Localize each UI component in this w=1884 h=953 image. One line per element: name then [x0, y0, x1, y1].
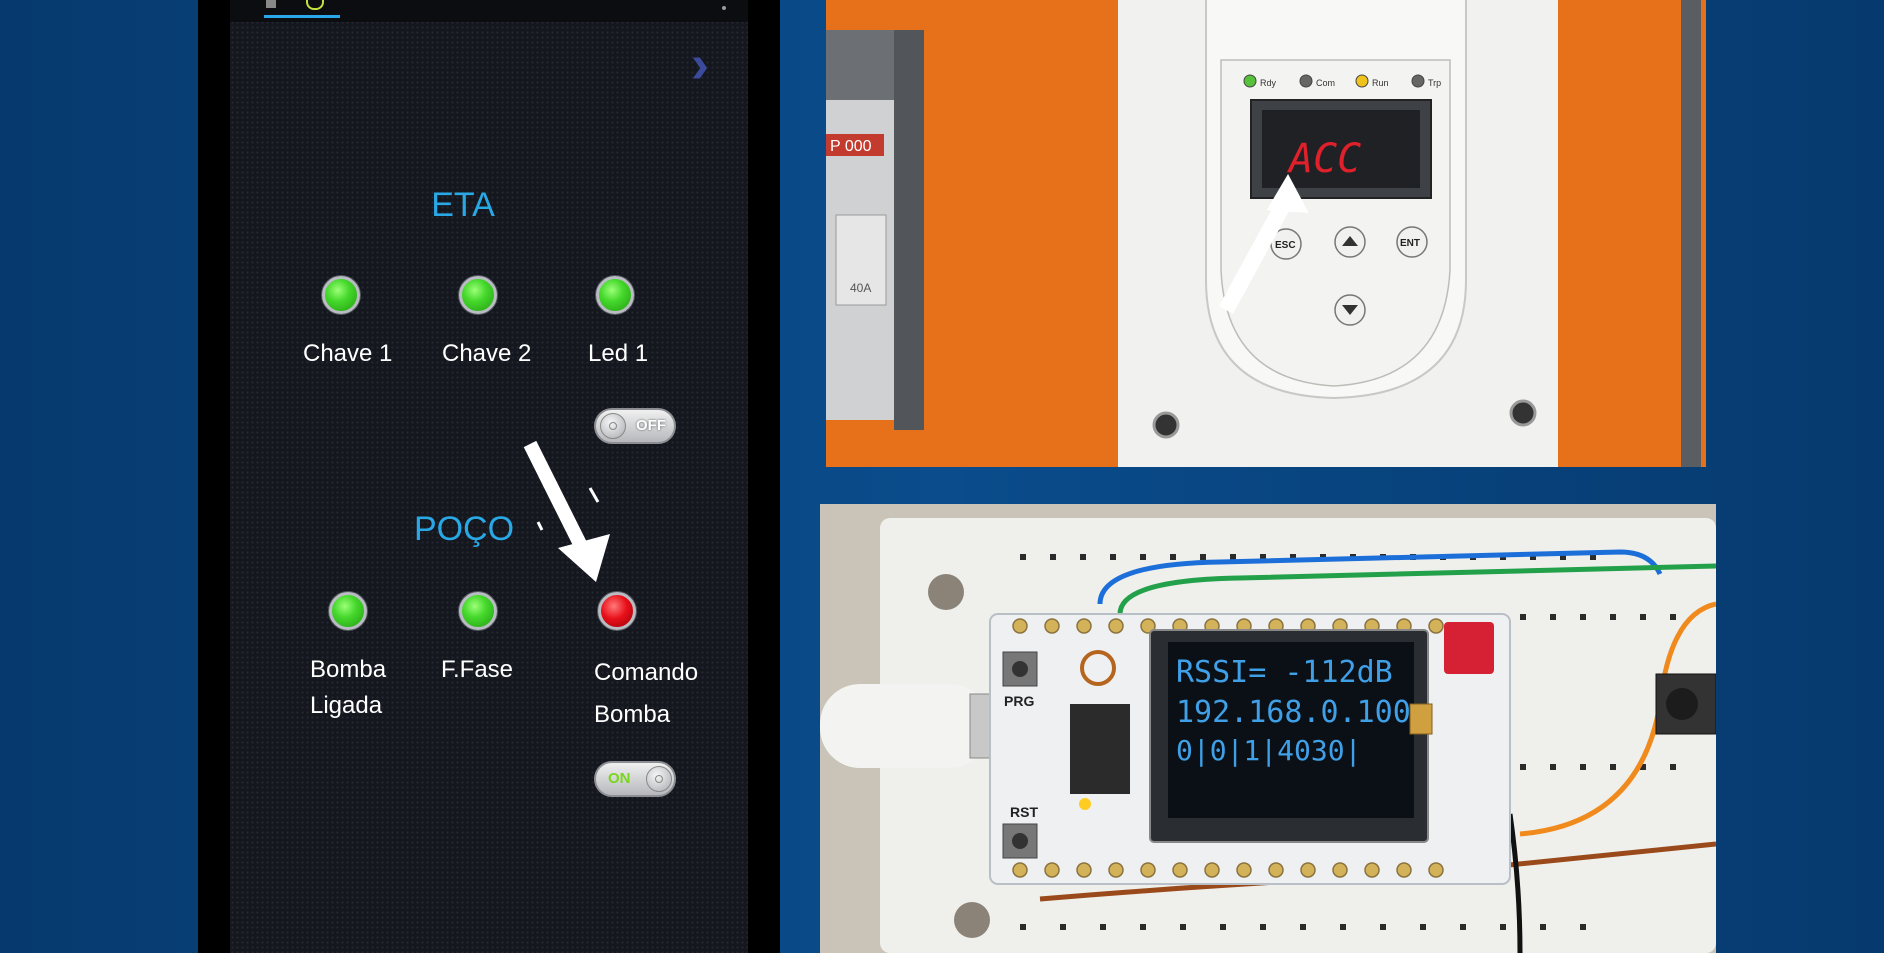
led-indicator-led-1	[596, 276, 634, 314]
photo-soft-starter: P 000 40A Rdy Com Run Trp ACC ESC ENT	[826, 0, 1706, 467]
active-tab-indicator	[264, 15, 340, 18]
menu-dot-icon[interactable]	[722, 6, 726, 10]
rst-button-label: RST	[1010, 804, 1038, 820]
phone-screen: › ETA Chave 1 Chave 2 Led 1 OFF POÇO Bom…	[198, 0, 780, 953]
signal-icon	[306, 0, 324, 10]
status-led-label: Rdy	[1260, 78, 1277, 88]
status-led-label: Com	[1316, 78, 1335, 88]
indicator-label-f-fase: F.Fase	[441, 656, 514, 683]
section-title-eta: ETA	[431, 186, 495, 224]
oled-ip-line: 192.168.0.100	[1176, 695, 1411, 730]
indicator-label-chave-1: Chave 1	[303, 340, 393, 367]
toggle-switch-comando-bomba[interactable]: ON	[594, 761, 676, 797]
annotation-arrow-icon	[523, 440, 610, 582]
network-icon	[266, 0, 276, 8]
led-indicator-chave-1	[322, 276, 360, 314]
led-indicator-bomba-ligada	[329, 592, 367, 630]
led-indicator-chave-2	[459, 276, 497, 314]
drive-display-text: ACC	[1286, 136, 1361, 182]
ent-key-label: ENT	[1400, 238, 1420, 249]
indicator-label-comando-bomba: Comando Bomba	[594, 659, 699, 728]
iot-dashboard-app: › ETA Chave 1 Chave 2 Led 1 OFF POÇO Bom…	[230, 0, 748, 953]
photo-lora-board: PRG RST RSSI= -112dB 192.168.0.100 0|0|1…	[820, 504, 1716, 953]
oled-rssi-line: RSSI= -112dB	[1176, 655, 1393, 690]
led-indicator-comando-bomba	[598, 592, 636, 630]
breaker-label: P 000	[830, 138, 872, 155]
app-top-bar	[230, 0, 748, 22]
breaker-rating: 40A	[850, 281, 871, 295]
status-led-label: Run	[1372, 78, 1389, 88]
indicator-label-chave-2: Chave 2	[442, 340, 532, 367]
esc-key-label: ESC	[1275, 240, 1296, 251]
status-led-label: Trp	[1428, 78, 1441, 88]
oled-data-line: 0|0|1|4030|	[1176, 734, 1361, 767]
indicator-label-led-1: Led 1	[588, 340, 649, 367]
toggle-knob	[646, 766, 672, 792]
prg-button-label: PRG	[1004, 693, 1034, 709]
toggle-state-label: ON	[608, 770, 631, 787]
led-indicator-f-fase	[459, 592, 497, 630]
chevron-right-icon[interactable]: ›	[682, 37, 718, 91]
indicator-label-bomba-ligada: Bomba Ligada	[310, 656, 387, 719]
